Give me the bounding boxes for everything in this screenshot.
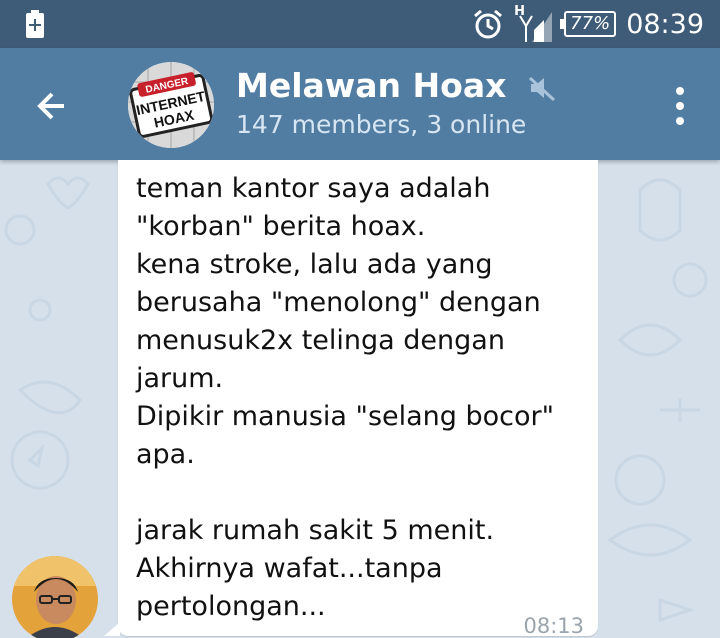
member-status: 147 members, 3 online	[236, 110, 527, 139]
sender-avatar[interactable]	[12, 556, 98, 638]
signal-icon	[519, 12, 553, 42]
chat-title-text: Melawan Hoax	[236, 66, 507, 105]
chat-header: DANGER INTERNET HOAX Melawan Hoax 147 me…	[0, 48, 720, 160]
back-arrow-icon[interactable]	[30, 84, 74, 128]
alarm-icon	[474, 9, 503, 39]
group-avatar[interactable]: DANGER INTERNET HOAX	[128, 62, 214, 148]
battery-level: 77%	[570, 13, 611, 34]
mute-icon	[528, 76, 555, 101]
message-bubble[interactable]: teman kantor saya adalah "korban" berita…	[118, 160, 598, 638]
chat-title[interactable]: Melawan Hoax	[236, 66, 556, 105]
status-bar: H 77% 08:39	[0, 0, 720, 48]
signal-indicator: H	[514, 4, 554, 44]
more-options-icon[interactable]	[674, 86, 686, 126]
battery-indicator: 77%	[560, 11, 617, 37]
sender-photo	[12, 556, 98, 638]
message-text: teman kantor saya adalah "korban" berita…	[136, 173, 555, 622]
message-bubble-tail	[104, 622, 120, 636]
hoax-sign-logo: DANGER INTERNET HOAX	[128, 62, 214, 148]
notification-icon	[26, 10, 44, 38]
chat-area[interactable]: teman kantor saya adalah "korban" berita…	[0, 160, 720, 638]
clock: 08:39	[626, 8, 704, 40]
message-time: 08:13	[523, 614, 584, 638]
